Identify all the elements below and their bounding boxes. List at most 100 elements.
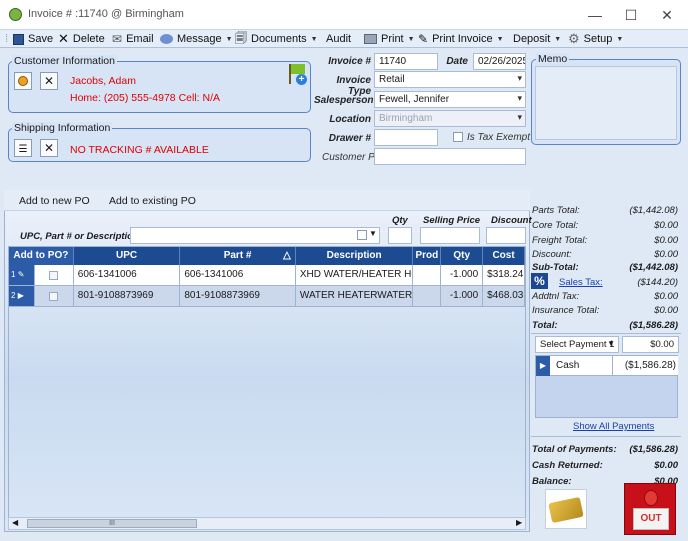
location-select[interactable]: Birmingham: [374, 110, 526, 127]
sales-tax-link[interactable]: Sales Tax:: [559, 277, 603, 288]
add-to-po-checkbox[interactable]: [48, 271, 58, 280]
toolbar: ⁞ Save ✕ Delete ✉ Email Message ▼ 🗐 Document…: [0, 30, 688, 48]
row-indicator[interactable]: 2 ▶: [9, 286, 35, 306]
deposit-button[interactable]: Deposit ▼: [513, 31, 561, 47]
add-to-po-checkbox[interactable]: [48, 292, 58, 301]
setup-button[interactable]: ⚙ Setup ▼: [568, 31, 623, 47]
delete-button[interactable]: ✕ Delete: [58, 31, 105, 47]
part-cell[interactable]: 801-9108873969: [180, 286, 296, 306]
x-icon: ✕: [43, 74, 55, 88]
show-all-payments-link[interactable]: Show All Payments: [573, 421, 654, 432]
shipping-edit-button[interactable]: ☰: [14, 139, 32, 157]
sort-asc-icon: △: [283, 250, 291, 261]
audit-button[interactable]: Audit: [326, 31, 351, 47]
addtnl-tax-label: Addtnl Tax:: [532, 291, 580, 302]
payment-method-amount[interactable]: ($1,586.28): [614, 356, 676, 376]
cost-cell[interactable]: $318.24: [483, 265, 525, 285]
discount-entry-field[interactable]: [486, 227, 526, 244]
documents-button[interactable]: 🗐 Documents ▼: [235, 31, 318, 47]
chevron-down-icon: ▼: [616, 35, 624, 43]
add-existing-po-tab[interactable]: Add to existing PO: [109, 195, 196, 207]
maximize-button[interactable]: ☐: [620, 5, 642, 25]
table-row[interactable]: 2 ▶ 801-9108873969 801-9108873969 WATER …: [9, 286, 525, 307]
row-indicator[interactable]: 1 ✎: [9, 265, 35, 285]
qty-cell[interactable]: -1.000: [441, 265, 484, 285]
prod-cell[interactable]: [413, 286, 442, 306]
message-button[interactable]: Message ▼: [160, 31, 233, 47]
chevron-down-icon: ▼: [310, 35, 318, 43]
title-bar: Invoice # :11740 @ Birmingham — ☐ ✕: [0, 0, 688, 30]
print-invoice-button[interactable]: ✎ Print Invoice ▼: [418, 31, 504, 47]
cost-cell[interactable]: $468.03: [483, 286, 525, 306]
col-description[interactable]: Description: [296, 247, 414, 265]
floppy-icon: [13, 33, 24, 45]
invoice-type-label: Invoice Type: [336, 75, 371, 97]
plus-icon: +: [296, 74, 307, 85]
upc-cell[interactable]: 801-9108873969: [74, 286, 181, 306]
divider: [531, 436, 681, 437]
qty-entry-field[interactable]: [388, 227, 412, 244]
print-button[interactable]: Print ▼: [364, 31, 415, 47]
description-cell[interactable]: WATER HEATERWATER HEA: [296, 286, 414, 306]
chevron-down-icon: ▼: [554, 35, 562, 43]
chevron-down-icon[interactable]: ▼: [369, 229, 377, 238]
close-button[interactable]: ✕: [656, 5, 678, 25]
table-row[interactable]: 1 ✎ 606-1341006 606-1341006 XHD WATER/HE…: [9, 265, 525, 286]
discount-value: $0.00: [654, 249, 678, 260]
customer-name[interactable]: Jacobs, Adam: [70, 75, 136, 87]
invoice-number-field[interactable]: 11740: [374, 53, 438, 70]
description-cell[interactable]: XHD WATER/HEATER HOSE: [296, 265, 414, 285]
scroll-thumb[interactable]: III: [27, 519, 197, 528]
col-prod[interactable]: Prod: [413, 247, 442, 265]
x-icon: ✕: [43, 141, 55, 155]
app-icon: [9, 8, 22, 21]
price-entry-field[interactable]: [420, 227, 480, 244]
tax-exempt-checkbox[interactable]: [453, 132, 463, 142]
minimize-button[interactable]: —: [584, 5, 606, 25]
col-qty[interactable]: Qty: [441, 247, 484, 265]
part-cell[interactable]: 606-1341006: [180, 265, 296, 285]
salesperson-select[interactable]: Fewell, Jennifer: [374, 91, 526, 108]
upc-cell[interactable]: 606-1341006: [74, 265, 181, 285]
col-upc[interactable]: UPC: [74, 247, 181, 265]
drawer-field[interactable]: [374, 129, 438, 146]
scroll-left-icon[interactable]: ◀: [12, 518, 18, 527]
email-button[interactable]: ✉ Email: [112, 31, 154, 47]
customer-clear-button[interactable]: ✕: [40, 72, 58, 90]
date-field[interactable]: 02/26/2025: [473, 53, 526, 70]
search-option-checkbox[interactable]: [357, 230, 367, 240]
upc-search-input[interactable]: [130, 227, 380, 244]
payment-method[interactable]: Cash: [551, 356, 613, 376]
col-cost[interactable]: Cost: [483, 247, 525, 265]
save-button[interactable]: Save: [13, 31, 53, 47]
cash-returned-label: Cash Returned:: [532, 460, 603, 471]
invoice-type-select[interactable]: Retail: [374, 71, 526, 88]
customer-phone: Home: (205) 555-4978 Cell: N/A: [70, 92, 220, 104]
add-to-po-cell[interactable]: [35, 286, 74, 306]
col-part-number[interactable]: Part # △: [180, 247, 296, 265]
checkout-stamp-button[interactable]: OUT: [624, 483, 676, 535]
customer-info-label: Customer Information: [12, 55, 117, 67]
select-payment-dropdown[interactable]: Select Payment 1 ▼: [535, 336, 619, 353]
shipping-info-label: Shipping Information: [12, 122, 113, 134]
prod-cell[interactable]: [413, 265, 442, 285]
customer-po-field[interactable]: [374, 148, 526, 165]
x-icon: ✕: [58, 31, 69, 46]
payment-amount-field[interactable]: $0.00: [622, 336, 679, 353]
scroll-right-icon[interactable]: ▶: [516, 518, 522, 527]
percent-icon[interactable]: %: [531, 273, 548, 289]
gear-icon: ⚙: [568, 31, 580, 46]
qty-cell[interactable]: -1.000: [441, 286, 484, 306]
balance-label: Balance:: [532, 476, 572, 487]
add-to-po-cell[interactable]: [35, 265, 74, 285]
add-new-po-tab[interactable]: Add to new PO: [19, 195, 90, 207]
add-flag-icon[interactable]: +: [284, 62, 308, 86]
date-label: Date: [446, 56, 468, 67]
price-entry-label: Selling Price: [423, 215, 481, 226]
shipping-clear-button[interactable]: ✕: [40, 139, 58, 157]
memo-textarea[interactable]: [535, 66, 677, 140]
credit-card-button[interactable]: [545, 489, 587, 529]
customer-lookup-button[interactable]: [14, 72, 32, 90]
discount-entry-label: Discount: [491, 215, 532, 226]
col-add-to-po[interactable]: Add to PO?: [9, 247, 74, 265]
